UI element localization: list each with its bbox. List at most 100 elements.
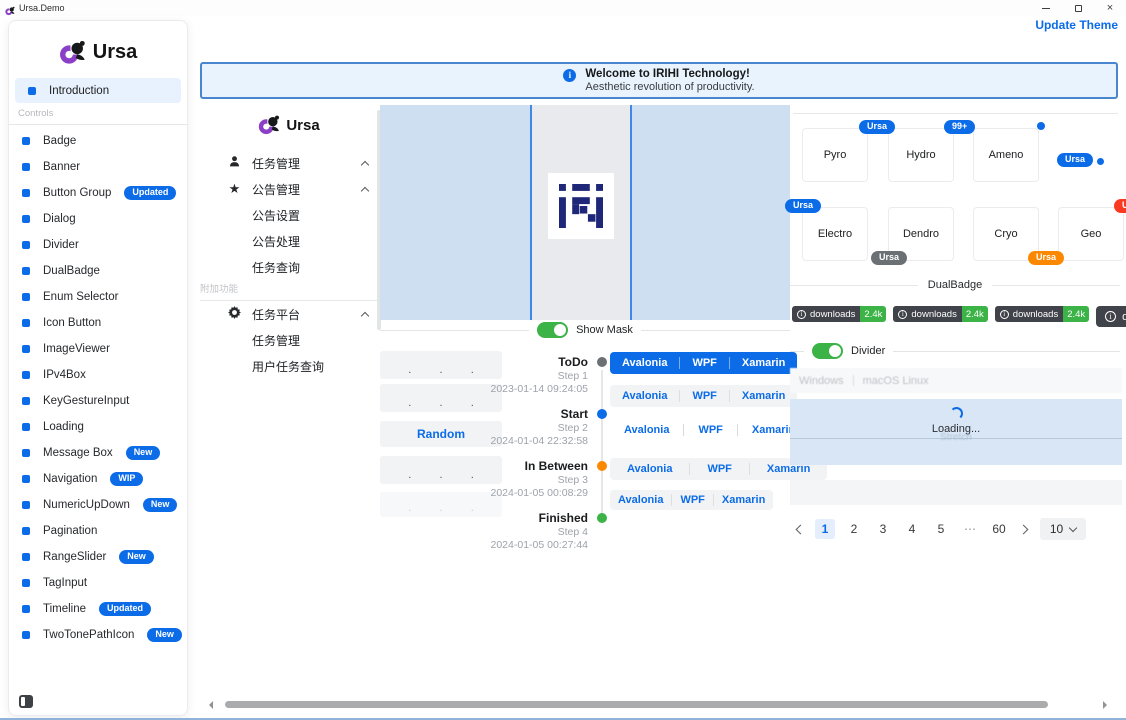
- avalonia-button[interactable]: Avalonia: [610, 424, 683, 436]
- banner-subtitle: Aesthetic revolution of productivity.: [585, 81, 754, 93]
- ursa-badge-orange: Ursa: [1028, 251, 1064, 265]
- status-badge: Updated: [99, 602, 151, 616]
- nav-subitem[interactable]: 任务管理: [200, 327, 378, 353]
- sidebar-item[interactable]: Loading: [9, 414, 187, 440]
- sidebar-logo: Ursa: [9, 35, 187, 69]
- pagination: 12345 ⋯ 60 10: [797, 517, 1086, 541]
- sidebar-item[interactable]: Navigation WIP: [9, 466, 187, 492]
- nav-subitem[interactable]: 任务查询: [200, 254, 378, 280]
- next-page-icon[interactable]: [1019, 524, 1029, 534]
- navigation-demo: Ursa 任务管理 ★ 公告管理 公告设置 公告处理 任务查询 附加功能 任务平…: [200, 108, 378, 379]
- scroll-left-icon[interactable]: [205, 701, 213, 709]
- xamarin-button[interactable]: Xamarin: [713, 494, 773, 506]
- page-size-select[interactable]: 10: [1040, 518, 1086, 540]
- scroll-right-icon[interactable]: [1103, 701, 1111, 709]
- info-icon: i: [1105, 311, 1116, 322]
- close-button[interactable]: ×: [1094, 0, 1126, 16]
- divider-toggle[interactable]: [812, 343, 843, 359]
- nav-subitem[interactable]: 公告设置: [200, 202, 378, 228]
- badge-card-geo: Geo: [1058, 207, 1124, 261]
- page-number[interactable]: ⋯: [960, 519, 980, 539]
- avalonia-button[interactable]: Avalonia: [610, 494, 671, 506]
- info-icon: i: [898, 310, 907, 319]
- info-icon: i: [563, 69, 576, 82]
- sidebar-item[interactable]: Badge: [9, 128, 187, 154]
- update-theme-button[interactable]: Update Theme: [1035, 18, 1118, 32]
- sidebar-item[interactable]: Message Box New: [9, 440, 187, 466]
- divider-demo: Divider: [790, 342, 1120, 360]
- dual-badge: idownloads 2.4k: [1096, 306, 1126, 327]
- dual-badge: idownloads 2.4k: [893, 306, 987, 322]
- timeline-dot-icon: [597, 409, 607, 419]
- nav-subitem[interactable]: 公告处理: [200, 228, 378, 254]
- wpf-button[interactable]: WPF: [671, 494, 712, 506]
- show-mask-toggle[interactable]: [537, 322, 568, 338]
- page-number[interactable]: 60: [989, 519, 1009, 539]
- wpf-button[interactable]: WPF: [683, 424, 736, 436]
- bullet-icon: [28, 87, 36, 95]
- sidebar-item[interactable]: Icon Button: [9, 310, 187, 336]
- scrollbar-thumb[interactable]: [225, 701, 1048, 708]
- bullet-icon: [22, 215, 30, 223]
- sidebar-item[interactable]: Timeline Updated: [9, 596, 187, 622]
- wpf-button[interactable]: WPF: [679, 390, 728, 402]
- app-logo-icon: [5, 3, 15, 13]
- nav-item-task-management[interactable]: 任务管理: [200, 150, 378, 176]
- bullet-icon: [22, 553, 30, 561]
- bullet-icon: [22, 579, 30, 587]
- sidebar-item[interactable]: Pagination: [9, 518, 187, 544]
- bullet-icon: [22, 267, 30, 275]
- minimize-button[interactable]: [1030, 0, 1062, 16]
- sidebar-item[interactable]: KeyGestureInput: [9, 388, 187, 414]
- page-number[interactable]: 1: [815, 519, 835, 539]
- sidebar-section-label: Controls: [9, 108, 187, 125]
- page-number[interactable]: 3: [873, 519, 893, 539]
- image-viewer[interactable]: [380, 105, 790, 320]
- gear-icon: [227, 306, 242, 322]
- irihi-logo: [548, 173, 614, 239]
- app-window: Ursa.Demo × Update Theme Ursa Introducti…: [0, 0, 1126, 720]
- sidebar-item[interactable]: Button Group Updated: [9, 180, 187, 206]
- dual-badge: idownloads 2.4k: [995, 306, 1089, 322]
- page-number[interactable]: 2: [844, 519, 864, 539]
- nav-subitem[interactable]: 用户任务查询: [200, 353, 378, 379]
- chevron-up-icon: [361, 161, 369, 169]
- loading-demo: Loading... Stretch: [790, 399, 1122, 465]
- chevron-down-icon: [1069, 523, 1077, 531]
- horizontal-scrollbar[interactable]: [200, 700, 1120, 710]
- sidebar-item[interactable]: Banner: [9, 154, 187, 180]
- person-icon: [227, 155, 242, 171]
- nav-section-label: 附加功能: [200, 281, 378, 301]
- sidebar-item[interactable]: Divider: [9, 232, 187, 258]
- avalonia-button[interactable]: Avalonia: [610, 463, 689, 475]
- avalonia-button[interactable]: Avalonia: [610, 357, 679, 369]
- previous-page-icon[interactable]: [796, 524, 806, 534]
- page-number[interactable]: 5: [931, 519, 951, 539]
- sidebar-item[interactable]: IPv4Box: [9, 362, 187, 388]
- sidebar-logo-text: Ursa: [93, 41, 137, 64]
- bullet-icon: [22, 423, 30, 431]
- wpf-button[interactable]: WPF: [689, 463, 748, 475]
- sidebar-item[interactable]: Enum Selector: [9, 284, 187, 310]
- chevron-up-icon: [361, 187, 369, 195]
- wpf-button[interactable]: WPF: [679, 357, 728, 369]
- sidebar-item[interactable]: NumericUpDown New: [9, 492, 187, 518]
- sidebar-item[interactable]: RangeSlider New: [9, 544, 187, 570]
- sidebar-item[interactable]: ImageViewer: [9, 336, 187, 362]
- sidebar-item[interactable]: DualBadge: [9, 258, 187, 284]
- avalonia-button[interactable]: Avalonia: [610, 390, 679, 402]
- button-group-compact: Avalonia WPF Xamarin: [610, 490, 773, 510]
- loading-spinner-icon: [950, 407, 963, 420]
- nav-item-announcement-management[interactable]: ★ 公告管理: [200, 176, 378, 202]
- maximize-button[interactable]: [1062, 0, 1094, 16]
- nav-item-task-platform[interactable]: 任务平台: [200, 301, 378, 327]
- sidebar-item[interactable]: TagInput: [9, 570, 187, 596]
- sidebar-item[interactable]: TwoTonePathIcon New: [9, 622, 187, 648]
- sidebar-item[interactable]: Dialog: [9, 206, 187, 232]
- ursa-badge: Ursa: [785, 199, 821, 213]
- ursa-badge: Ursa: [859, 120, 895, 134]
- sidebar-collapse-icon[interactable]: [19, 695, 33, 708]
- page-number[interactable]: 4: [902, 519, 922, 539]
- button-group-borderless: Avalonia WPF Xamarin: [610, 420, 809, 440]
- sidebar-item-introduction[interactable]: Introduction: [15, 78, 181, 103]
